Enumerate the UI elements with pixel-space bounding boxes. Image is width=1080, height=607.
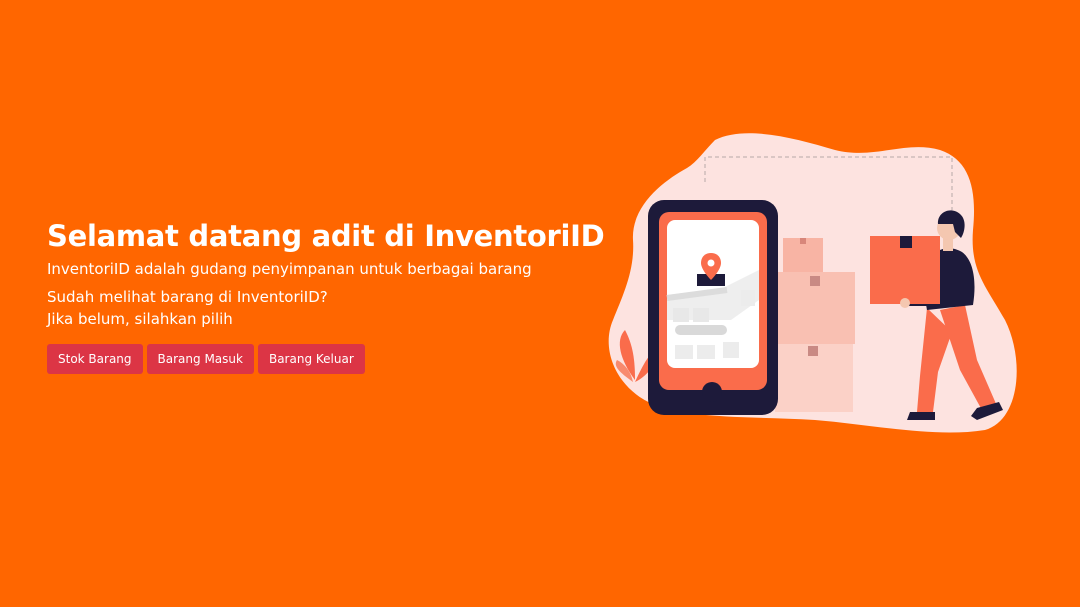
page-title: Selamat datang adit di InventoriID xyxy=(47,219,605,253)
hero-question: Sudah melihat barang di InventoriID? xyxy=(47,288,328,306)
box-icon xyxy=(870,236,940,304)
hero-illustration xyxy=(608,133,1017,433)
barang-keluar-button[interactable]: Barang Keluar xyxy=(257,344,365,374)
smartphone-icon xyxy=(648,200,778,415)
action-buttons: Stok Barang Barang Masuk Barang Keluar xyxy=(47,344,607,374)
barang-masuk-button[interactable]: Barang Masuk xyxy=(146,344,254,374)
hero-text: Selamat datang adit di InventoriID Inven… xyxy=(47,218,607,374)
hero-section: Selamat datang adit di InventoriID Inven… xyxy=(0,0,1080,607)
hero-description: InventoriID adalah gudang penyimpanan un… xyxy=(47,260,532,278)
hero-prompt: Jika belum, silahkan pilih xyxy=(47,310,233,328)
stok-barang-button[interactable]: Stok Barang xyxy=(47,344,143,374)
